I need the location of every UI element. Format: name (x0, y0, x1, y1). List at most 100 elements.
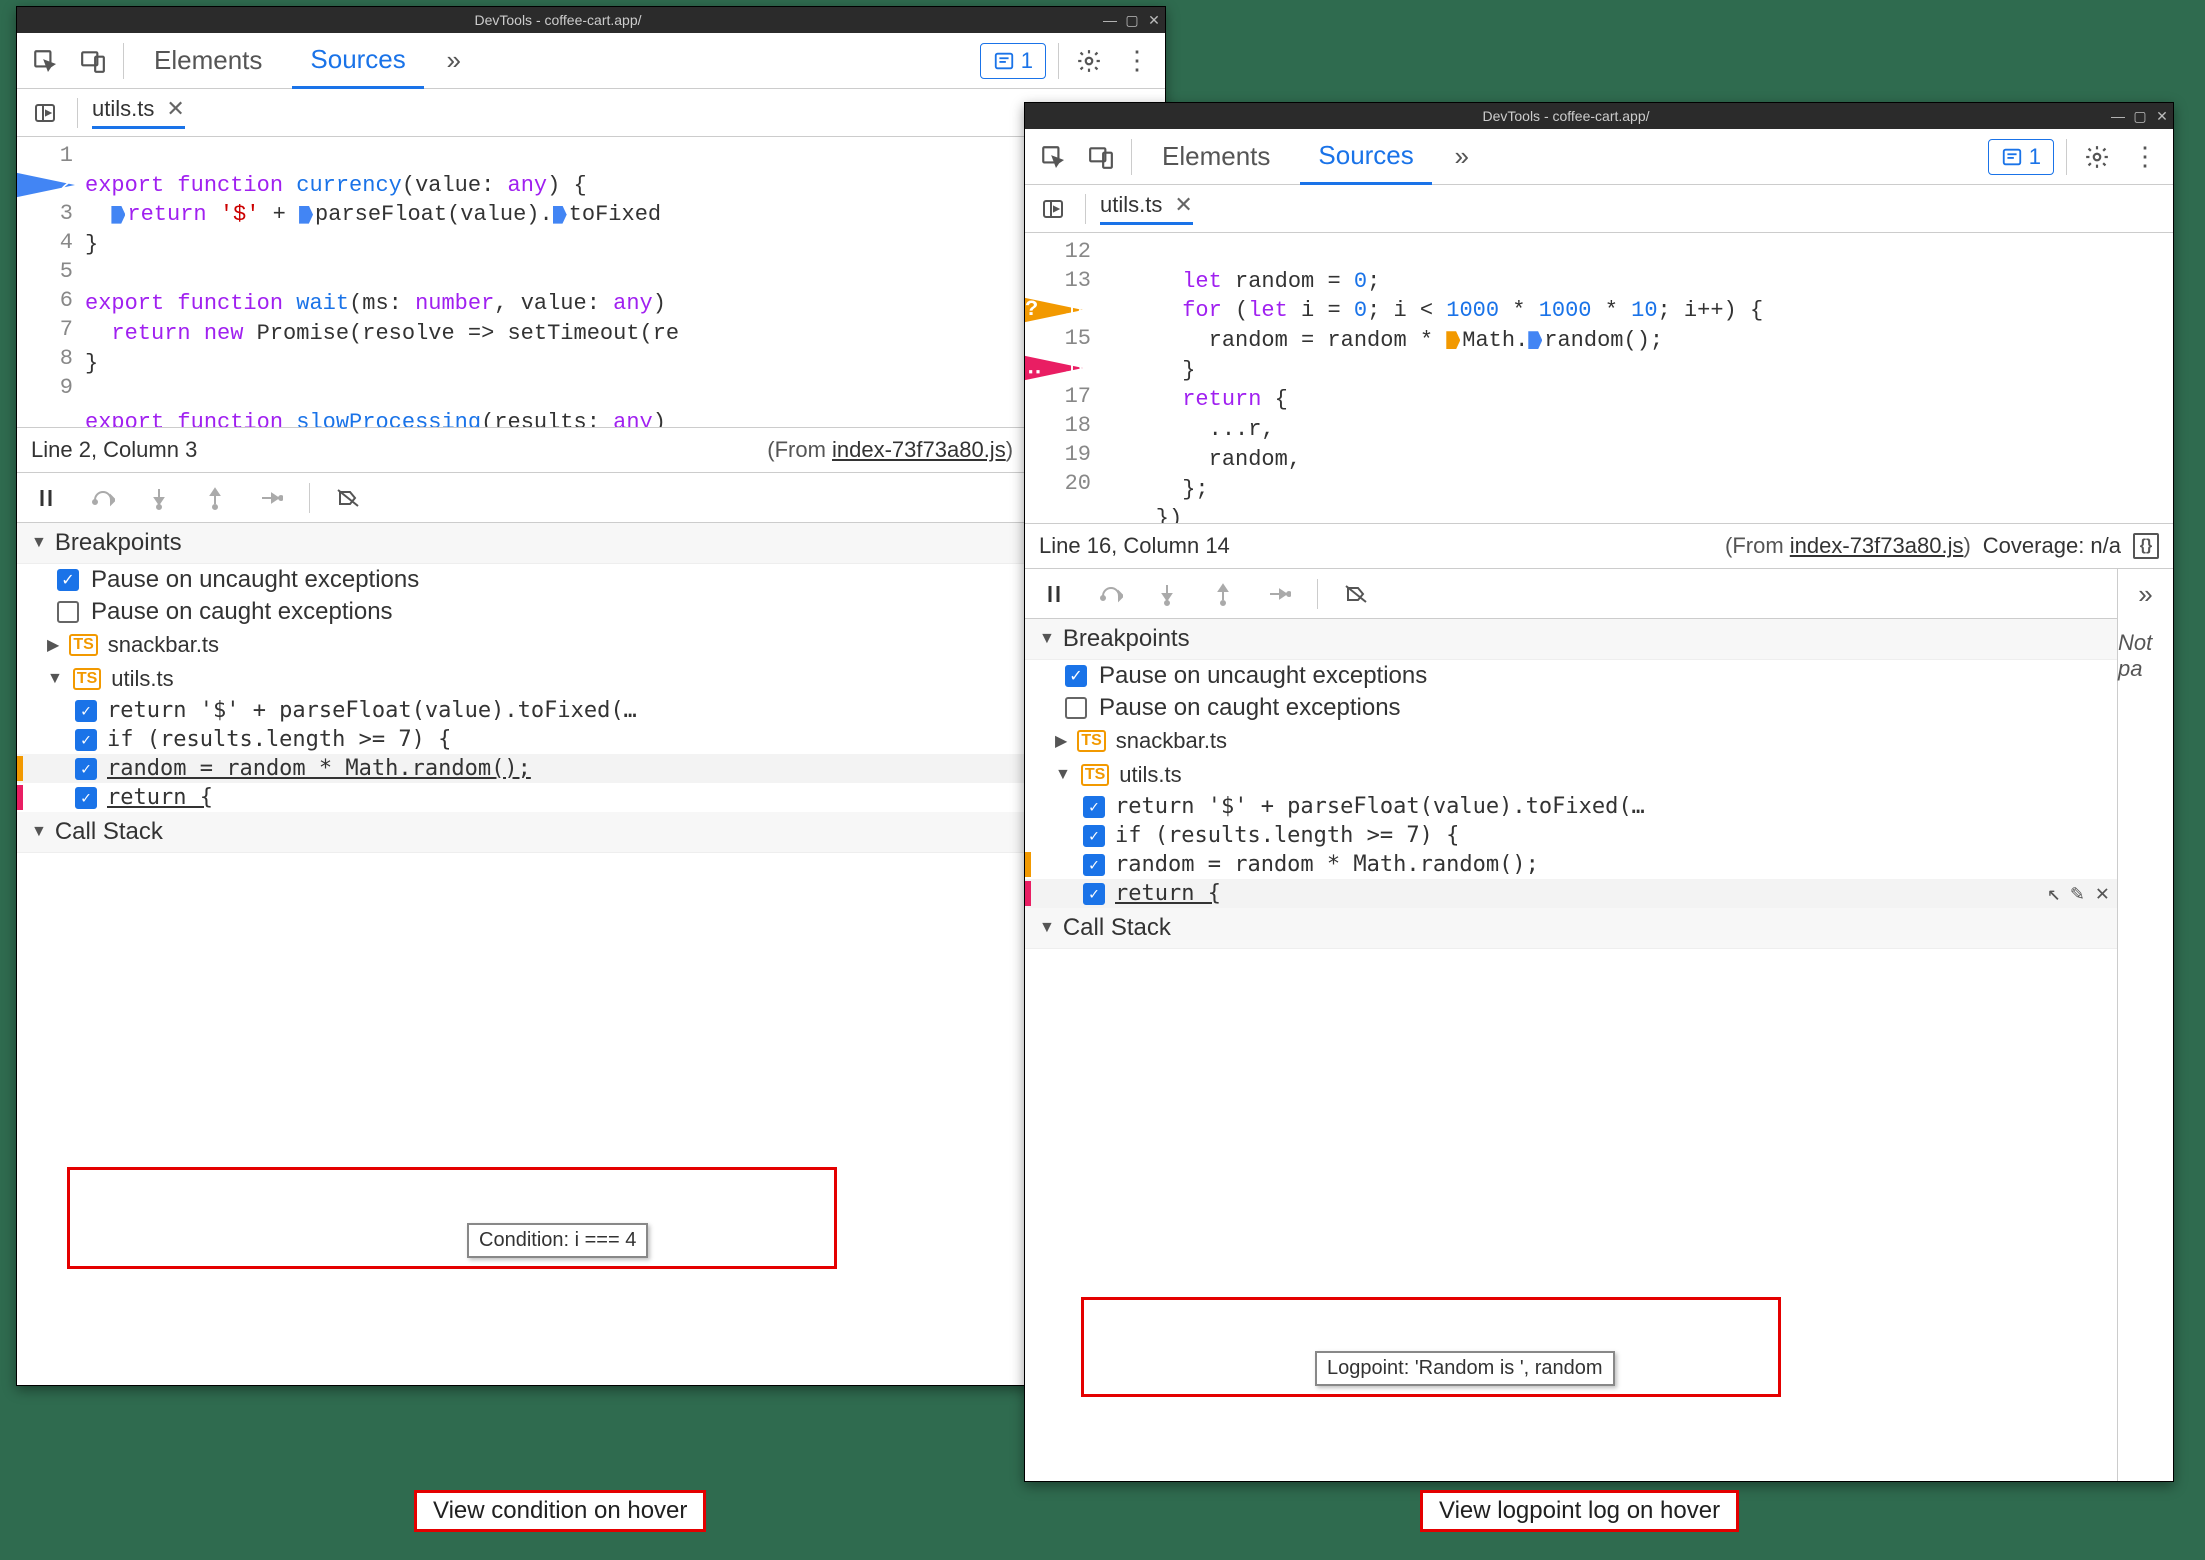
close-button[interactable]: ✕ (1143, 12, 1165, 29)
settings-icon[interactable] (1071, 43, 1107, 79)
breakpoints-section[interactable]: ▼ Breakpoints (1025, 619, 2173, 660)
maximize-button[interactable]: ▢ (1121, 12, 1143, 29)
line-number[interactable]: 5 (60, 259, 73, 284)
tab-elements[interactable]: Elements (1144, 129, 1288, 185)
checkbox-icon[interactable]: ✓ (1083, 825, 1105, 847)
inline-breakpoint-icon[interactable] (299, 206, 313, 224)
minimize-button[interactable]: — (1099, 12, 1121, 28)
checkbox-icon[interactable]: ✓ (75, 729, 97, 751)
more-tabs-icon[interactable]: » (436, 43, 472, 79)
breakpoint-row[interactable]: ✓ return { ↖ ✎ ✕ 16 (1025, 879, 2173, 908)
maximize-button[interactable]: ▢ (2129, 108, 2151, 125)
checkbox-icon[interactable]: ✓ (57, 569, 79, 591)
line-number[interactable]: 6 (60, 288, 73, 313)
source-map-link[interactable]: index-73f73a80.js (1790, 533, 1964, 558)
edit-icon[interactable]: ✎ (2071, 881, 2084, 906)
breakpoint-row[interactable]: ✓ if (results.length >= 7) { 10 (17, 725, 1165, 754)
tab-sources[interactable]: Sources (1300, 129, 1431, 185)
remove-icon[interactable]: ✕ (2096, 881, 2109, 906)
breakpoint-row[interactable]: ✓ return { 16 (17, 783, 1165, 812)
line-number[interactable]: 13 (1065, 268, 1091, 293)
line-number[interactable]: 16 (1065, 355, 1091, 380)
breakpoint-row[interactable]: ✓ return '$' + parseFloat(value).toFixed… (1025, 792, 2173, 821)
line-number[interactable]: 8 (60, 346, 73, 371)
callstack-section[interactable]: ▼ Call Stack (17, 812, 1165, 853)
checkbox-icon[interactable]: ✓ (75, 758, 97, 780)
code-content[interactable]: export function currency(value: any) { r… (85, 137, 679, 427)
deactivate-breakpoints-icon[interactable] (1338, 576, 1374, 612)
line-number[interactable]: 14 (1065, 297, 1091, 322)
line-number[interactable]: 3 (60, 201, 73, 226)
step-out-icon[interactable] (197, 480, 233, 516)
step-icon[interactable] (253, 480, 289, 516)
inspect-icon[interactable] (1035, 139, 1071, 175)
line-number[interactable]: 2 (60, 172, 73, 197)
step-into-icon[interactable] (1149, 576, 1185, 612)
minimize-button[interactable]: — (2107, 108, 2129, 124)
line-number[interactable]: 15 (1065, 326, 1091, 351)
settings-icon[interactable] (2079, 139, 2115, 175)
pause-uncaught-row[interactable]: ✓ Pause on uncaught exceptions (1025, 660, 2173, 692)
navigator-toggle-icon[interactable] (1035, 191, 1071, 227)
line-number[interactable]: 7 (60, 317, 73, 342)
pause-caught-row[interactable]: Pause on caught exceptions (17, 596, 1165, 628)
menu-icon[interactable]: ⋮ (1119, 43, 1155, 79)
issues-badge[interactable]: 1 (1988, 139, 2054, 175)
close-button[interactable]: ✕ (2151, 108, 2173, 125)
pause-uncaught-row[interactable]: ✓ Pause on uncaught exceptions (17, 564, 1165, 596)
checkbox-icon[interactable]: ✓ (75, 700, 97, 722)
pause-caught-row[interactable]: Pause on caught exceptions (1025, 692, 2173, 724)
checkbox-icon[interactable]: ✓ (1065, 665, 1087, 687)
breakpoint-row[interactable]: ✓ if (results.length >= 7) { 10 (1025, 821, 2173, 850)
inline-breakpoint-icon[interactable] (553, 206, 567, 224)
checkbox-icon[interactable]: ✓ (1083, 796, 1105, 818)
more-tabs-icon[interactable]: » (1444, 139, 1480, 175)
deactivate-breakpoints-icon[interactable] (330, 480, 366, 516)
line-number[interactable]: 19 (1065, 442, 1091, 467)
line-number[interactable]: 20 (1065, 471, 1091, 496)
inline-conditional-icon[interactable] (1446, 331, 1460, 349)
step-over-icon[interactable] (85, 480, 121, 516)
tab-elements[interactable]: Elements (136, 33, 280, 89)
device-icon[interactable] (75, 43, 111, 79)
breakpoint-row[interactable]: ✓ random = random * Math.random(); ✎ ✕ 1… (17, 754, 1165, 783)
pause-icon[interactable] (1037, 576, 1073, 612)
step-into-icon[interactable] (141, 480, 177, 516)
code-content[interactable]: let random = 0; for (let i = 0; i < 1000… (1103, 233, 1763, 523)
tab-sources[interactable]: Sources (292, 33, 423, 89)
checkbox-icon[interactable]: ✓ (1083, 883, 1105, 905)
issues-badge[interactable]: 1 (980, 43, 1046, 79)
breakpoint-file-group[interactable]: ▼ TS utils.ts (17, 662, 1165, 696)
pretty-print-icon[interactable]: {} (2133, 533, 2159, 559)
line-number[interactable]: 17 (1065, 384, 1091, 409)
close-icon[interactable]: ✕ (1174, 192, 1192, 218)
step-out-icon[interactable] (1205, 576, 1241, 612)
expand-icon[interactable]: » (2138, 579, 2152, 610)
code-editor[interactable]: 12 13 ?14 15 ‥16 17 18 19 20 let random … (1025, 233, 2173, 523)
inspect-icon[interactable] (27, 43, 63, 79)
device-icon[interactable] (1083, 139, 1119, 175)
step-over-icon[interactable] (1093, 576, 1129, 612)
checkbox-icon[interactable] (57, 601, 79, 623)
checkbox-icon[interactable]: ✓ (1083, 854, 1105, 876)
navigator-toggle-icon[interactable] (27, 95, 63, 131)
inline-breakpoint-icon[interactable] (1528, 331, 1542, 349)
breakpoint-row[interactable]: ✓ random = random * Math.random(); 14 (1025, 850, 2173, 879)
file-tab[interactable]: utils.ts ✕ (1100, 192, 1193, 225)
code-editor[interactable]: 1 2 3 4 5 6 7 8 9 export function curren… (17, 137, 1165, 427)
checkbox-icon[interactable] (1065, 697, 1087, 719)
source-map-link[interactable]: index-73f73a80.js (832, 437, 1006, 462)
breakpoint-file-group[interactable]: ▶ TS snackbar.ts (1025, 724, 2173, 758)
menu-icon[interactable]: ⋮ (2127, 139, 2163, 175)
breakpoints-section[interactable]: ▼ Breakpoints (17, 523, 1165, 564)
callstack-section[interactable]: ▼ Call Stack (1025, 908, 2173, 949)
line-number[interactable]: 4 (60, 230, 73, 255)
inline-breakpoint-icon[interactable] (111, 206, 125, 224)
line-number[interactable]: 18 (1065, 413, 1091, 438)
pause-icon[interactable] (29, 480, 65, 516)
step-icon[interactable] (1261, 576, 1297, 612)
close-icon[interactable]: ✕ (166, 96, 184, 122)
file-tab[interactable]: utils.ts ✕ (92, 96, 185, 129)
breakpoint-file-group[interactable]: ▼ TS utils.ts (1025, 758, 2173, 792)
breakpoint-file-group[interactable]: ▶ TS snackbar.ts (17, 628, 1165, 662)
